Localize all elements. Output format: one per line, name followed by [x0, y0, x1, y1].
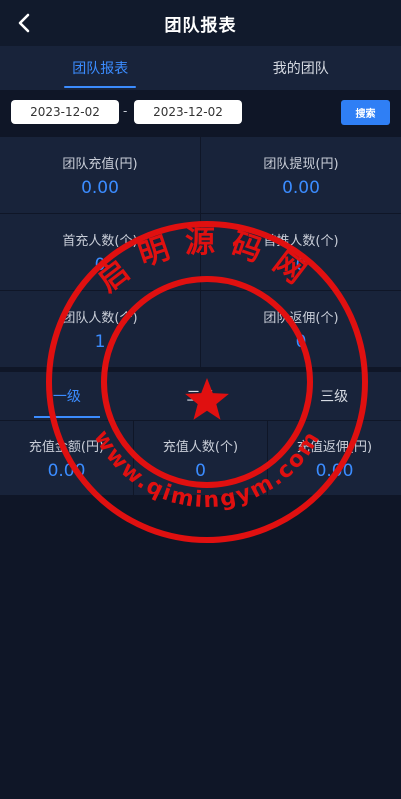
stat-team-commission: 团队返佣(个) 0 [201, 291, 401, 367]
active-tab-indicator [64, 86, 137, 88]
team-stats-grid: 团队充值(円) 0.00 团队提现(円) 0.00 首充人数(个) 0 首推人数… [0, 137, 401, 367]
summary-label: 充值金额(円) [28, 439, 105, 455]
tab-team-report[interactable]: 团队报表 [0, 46, 201, 90]
summary-value: 0.00 [315, 460, 354, 481]
page-title: 团队报表 [164, 15, 237, 36]
summary-label: 充值人数(个) [162, 439, 239, 455]
stat-team-members: 团队人数(个) 1 [0, 291, 200, 367]
search-button[interactable]: 搜索 [341, 100, 390, 125]
tab-level-1[interactable]: 一级 [0, 372, 134, 420]
date-filter: 2023-12-02 - 2023-12-02 搜索 [0, 90, 401, 136]
start-date-input[interactable]: 2023-12-02 [11, 100, 119, 124]
back-button[interactable] [10, 9, 38, 37]
stat-value: 1 [94, 331, 106, 352]
summary-value: 0.00 [47, 460, 86, 481]
tab-level-3[interactable]: 三级 [267, 372, 401, 420]
tab-level-2[interactable]: 二级 [134, 372, 268, 420]
level-summary: 充值金额(円) 0.00 充值人数(个) 0 充值返佣(円) 0.00 [0, 421, 401, 495]
stat-first-referral-count: 首推人数(个) 0 [201, 214, 401, 290]
stat-label: 团队提现(円) [263, 156, 339, 172]
summary-recharge-commission: 充值返佣(円) 0.00 [268, 421, 401, 495]
active-tab-indicator [33, 416, 100, 418]
header-bar: 团队报表 [0, 0, 401, 46]
summary-value: 0 [195, 460, 206, 481]
stat-value: 0 [94, 254, 106, 275]
stat-label: 团队返佣(个) [263, 310, 339, 326]
summary-recharge-count: 充值人数(个) 0 [134, 421, 268, 495]
stat-team-withdraw: 团队提现(円) 0.00 [201, 137, 401, 213]
top-tabs: 团队报表 我的团队 [0, 46, 401, 90]
stat-first-recharge-count: 首充人数(个) 0 [0, 214, 200, 290]
summary-recharge-amount: 充值金额(円) 0.00 [0, 421, 134, 495]
tab-my-team[interactable]: 我的团队 [201, 46, 401, 90]
tab-label: 我的团队 [272, 61, 329, 77]
tab-label: 一级 [52, 389, 81, 405]
stat-value: 0.00 [282, 177, 320, 198]
stat-value: 0.00 [81, 177, 119, 198]
stat-label: 团队充值(円) [62, 156, 138, 172]
stat-team-recharge: 团队充值(円) 0.00 [0, 137, 200, 213]
stat-label: 首推人数(个) [263, 233, 339, 249]
stat-value: 0 [295, 254, 307, 275]
stat-label: 团队人数(个) [62, 310, 138, 326]
chevron-left-icon [18, 13, 30, 33]
tab-label: 团队报表 [72, 61, 129, 77]
summary-label: 充值返佣(円) [296, 439, 373, 455]
level-tabs: 一级 二级 三级 [0, 372, 401, 420]
stat-label: 首充人数(个) [62, 233, 138, 249]
end-date-input[interactable]: 2023-12-02 [134, 100, 242, 124]
tab-label: 二级 [186, 389, 215, 405]
tab-label: 三级 [320, 389, 349, 405]
date-separator: - [123, 104, 128, 118]
stat-value: 0 [295, 331, 307, 352]
